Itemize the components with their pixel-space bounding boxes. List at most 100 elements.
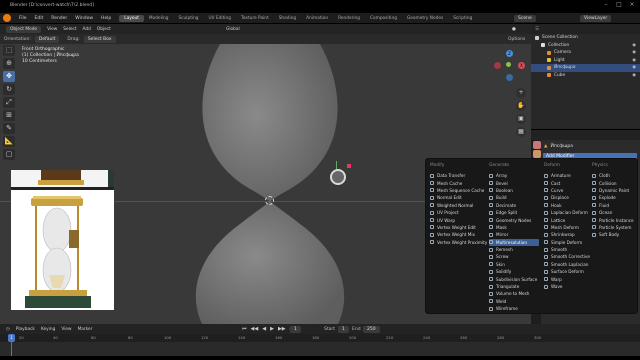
transform-icon[interactable]: ⊞ (3, 110, 15, 121)
menu-item[interactable]: Skin (489, 261, 539, 268)
scale-icon[interactable]: ⤢ (3, 97, 15, 108)
gizmo-z-icon[interactable]: Z (506, 50, 513, 57)
play-icon[interactable]: ▶ (270, 326, 274, 332)
menu-item[interactable]: Particle System (592, 224, 636, 231)
menu-item[interactable]: Build (489, 194, 539, 201)
menu-item[interactable]: Cloth (592, 172, 636, 179)
menu-item[interactable]: Surface Deform (544, 268, 594, 275)
hourglass-mesh[interactable] (190, 44, 350, 324)
menu-item[interactable]: Weld (489, 298, 539, 305)
pivot-dropdown[interactable]: Global (226, 27, 240, 32)
zoom-icon[interactable]: + (516, 88, 526, 98)
tab-uv-editing[interactable]: UV Editing (204, 15, 236, 22)
tab-shading[interactable]: Shading (274, 15, 301, 22)
orientation-dropdown[interactable]: Default (34, 35, 60, 43)
outliner-item-active-object[interactable]: Йпсфщра ◉ (531, 64, 640, 72)
menu-item[interactable]: Wireframe (489, 305, 539, 312)
outliner-filter-icon[interactable]: ☰ (535, 27, 539, 32)
tab-modeling[interactable]: Modeling (144, 15, 174, 22)
menu-item[interactable]: Geometry Nodes (489, 216, 539, 223)
menu-item[interactable]: Decimate (489, 202, 539, 209)
tab-animation[interactable]: Animation (301, 15, 333, 22)
menu-item[interactable]: Mesh Cache (430, 179, 480, 186)
menu-item[interactable]: Simple Deform (544, 239, 594, 246)
menu-marker[interactable]: Marker (78, 327, 93, 332)
menu-item[interactable]: Explode (592, 194, 636, 201)
next-keyframe-icon[interactable]: ▶▶ (278, 326, 286, 332)
outliner-item-camera[interactable]: Camera ◉ (531, 49, 640, 57)
menu-item[interactable]: Collision (592, 179, 636, 186)
menu-object[interactable]: Object (97, 27, 111, 32)
menu-item[interactable]: Cast (544, 179, 594, 186)
menu-item[interactable]: Normal Edit (430, 194, 480, 201)
menu-item[interactable]: Smooth Laplacian (544, 261, 594, 268)
tab-layout[interactable]: Layout (119, 14, 144, 22)
tab-geometry-nodes[interactable]: Geometry Nodes (402, 15, 448, 22)
menu-select[interactable]: Select (63, 27, 76, 32)
end-frame-field[interactable]: 250 (363, 325, 380, 333)
menu-item[interactable]: Laplacian Deform (544, 209, 594, 216)
menu-item[interactable]: Ocean (592, 209, 636, 216)
menu-item[interactable]: Soft Body (592, 231, 636, 238)
menu-item[interactable]: Dynamic Paint (592, 187, 636, 194)
tab-texture-paint[interactable]: Texture Paint (236, 15, 274, 22)
close-icon[interactable]: × (628, 1, 636, 9)
outliner-item-collection[interactable]: Collection ◉ (531, 42, 640, 50)
light-x-handle[interactable] (347, 164, 351, 168)
light-object-icon[interactable] (330, 169, 346, 185)
menu-item[interactable]: Vertex Weight Proximity (430, 239, 487, 246)
measure-icon[interactable]: 📐 (3, 136, 15, 147)
menu-keying[interactable]: Keying (41, 327, 55, 332)
menu-playback[interactable]: Playback (16, 327, 35, 332)
menu-file[interactable]: File (15, 16, 31, 21)
minimize-icon[interactable]: – (602, 1, 610, 9)
viewport-shading-icon[interactable]: ● (512, 27, 516, 32)
clock-icon[interactable]: ◷ (6, 327, 10, 332)
visibility-eye-icon[interactable]: ◉ (632, 65, 636, 70)
menu-view[interactable]: View (47, 27, 57, 32)
light-y-handle[interactable] (336, 161, 337, 169)
menu-item[interactable]: Volume to Mesh (489, 290, 539, 297)
gizmo-neg-x-icon[interactable] (494, 62, 501, 69)
menu-item[interactable]: Mirror (489, 231, 539, 238)
timeline-ruler[interactable]: 20 40 60 80 100 120 140 160 180 200 220 … (0, 334, 640, 342)
menu-item[interactable]: Mask (489, 224, 539, 231)
menu-item[interactable]: Triangulate (489, 283, 539, 290)
menu-item[interactable]: UV Warp (430, 216, 480, 223)
menu-item[interactable]: Data Transfer (430, 172, 480, 179)
menu-item-highlighted[interactable]: Multiresolution (489, 238, 539, 246)
render-tab-icon[interactable] (533, 141, 541, 149)
menu-item[interactable]: Screw (489, 253, 539, 260)
menu-item[interactable]: Fluid (592, 202, 636, 209)
menu-item[interactable]: Vertex Weight Edit (430, 224, 480, 231)
menu-item[interactable]: Curve (544, 187, 594, 194)
visibility-eye-icon[interactable]: ◉ (632, 50, 636, 55)
menu-view[interactable]: View (61, 327, 71, 332)
menu-item[interactable]: Smooth Corrective (544, 253, 594, 260)
drag-dropdown[interactable]: Select Box (83, 35, 116, 43)
maximize-icon[interactable]: □ (615, 1, 623, 9)
tab-compositing[interactable]: Compositing (365, 15, 402, 22)
menu-item[interactable]: Displace (544, 194, 594, 201)
move-icon[interactable]: ✥ (3, 71, 15, 82)
options-dropdown[interactable]: Options (508, 37, 525, 42)
tab-rendering[interactable]: Rendering (333, 15, 365, 22)
visibility-eye-icon[interactable]: ◉ (632, 73, 636, 78)
gizmo-neg-z-icon[interactable] (506, 74, 513, 81)
gizmo-x-icon[interactable]: X (518, 62, 525, 69)
menu-help[interactable]: Help (97, 16, 115, 21)
gizmo-y-icon[interactable] (506, 62, 511, 67)
view-layer-selector[interactable]: ViewLayer (580, 14, 612, 22)
visibility-eye-icon[interactable]: ◉ (632, 43, 636, 48)
menu-item[interactable]: Vertex Weight Mix (430, 231, 480, 238)
pan-hand-icon[interactable]: ✋ (516, 101, 526, 111)
camera-view-icon[interactable]: ▣ (516, 114, 526, 124)
play-reverse-icon[interactable]: ◀ (262, 326, 266, 332)
3d-cursor-icon[interactable] (265, 196, 274, 205)
current-frame-field[interactable]: 1 (290, 325, 301, 333)
rotate-icon[interactable]: ↻ (3, 84, 15, 95)
timeline-playhead[interactable]: 1 (8, 334, 15, 342)
add-cube-icon[interactable]: ▢ (3, 149, 15, 160)
timeline-track-area[interactable] (0, 342, 640, 356)
mode-dropdown[interactable]: Object Mode (6, 25, 42, 33)
